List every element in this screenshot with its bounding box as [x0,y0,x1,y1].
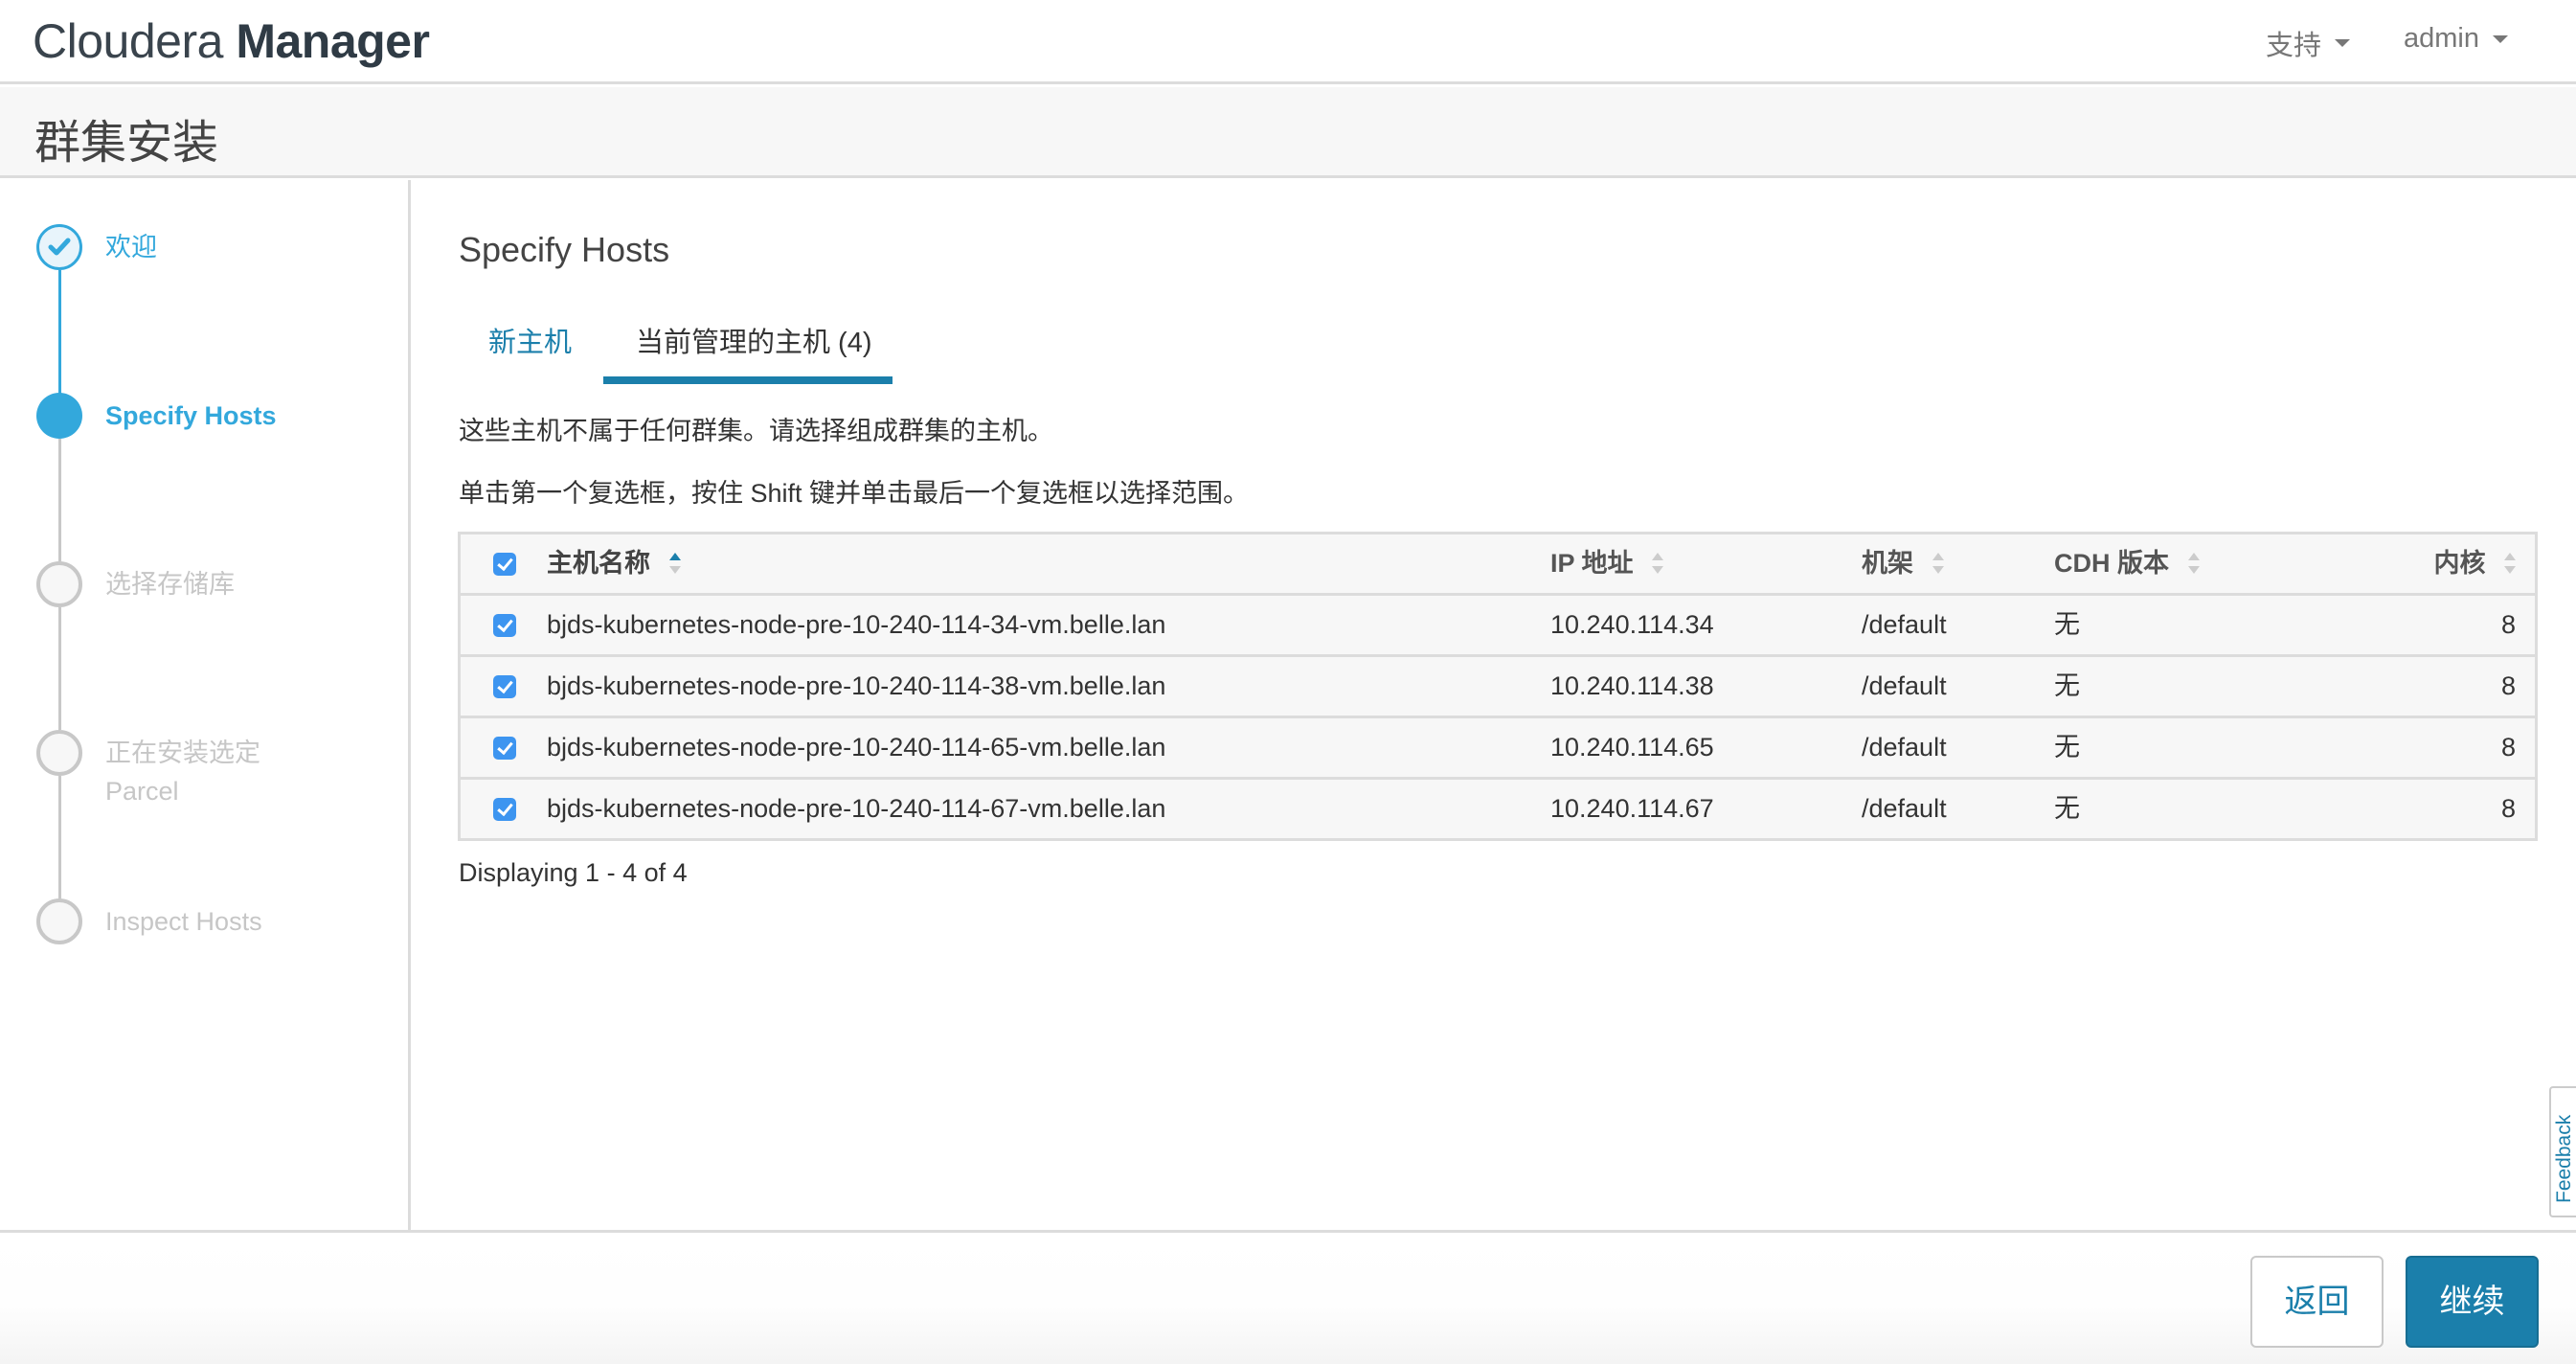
step-connector-line [58,607,61,730]
cores-cell: 8 [2500,671,2516,700]
step-complete-check-icon [36,224,82,270]
wizard-footer: 返回 继续 [0,1230,2576,1364]
row-checkbox[interactable] [493,798,516,821]
table-row[interactable]: bjds-kubernetes-node-pre-10-240-114-67-v… [461,780,2535,838]
cdh-version-cell: 无 [2054,671,2080,700]
column-header-label: 内核 [2433,549,2486,578]
ip-cell: 10.240.114.34 [1550,610,1714,639]
column-header-ip[interactable]: IP 地址 [1550,534,1664,593]
column-header-label: 主机名称 [547,549,650,578]
step-label-line: 正在安装选定 [105,739,260,767]
user-menu[interactable]: admin [2404,23,2508,55]
chevron-down-icon [2493,34,2508,43]
step-label-line: Parcel [105,777,179,806]
rack-cell: /default [1862,794,1947,823]
table-row[interactable]: bjds-kubernetes-node-pre-10-240-114-65-v… [461,718,2535,780]
ip-cell: 10.240.114.65 [1550,733,1714,762]
hostname-cell: bjds-kubernetes-node-pre-10-240-114-65-v… [547,733,1166,762]
row-checkbox[interactable] [493,614,516,637]
pagination-summary: Displaying 1 - 4 of 4 [459,858,688,887]
tab-currently-managed-hosts[interactable]: 当前管理的主机 (4) [636,322,872,364]
sort-icon[interactable] [1932,552,1944,574]
wizard-step-specify-hosts[interactable]: Specify Hosts [105,397,277,435]
top-navbar: Cloudera Manager 支持 admin [0,0,2576,84]
table-row[interactable]: bjds-kubernetes-node-pre-10-240-114-38-v… [461,657,2535,718]
wizard-step-inspect-hosts: Inspect Hosts [105,907,262,936]
hostname-cell: bjds-kubernetes-node-pre-10-240-114-67-v… [547,794,1166,823]
step-current-icon [36,393,82,439]
ip-cell: 10.240.114.38 [1550,671,1714,700]
step-connector-line [58,776,61,898]
sort-icon[interactable] [2187,552,2200,574]
hostname-cell: bjds-kubernetes-node-pre-10-240-114-38-v… [547,671,1166,700]
wizard-step-select-repository: 选择存储库 [105,570,235,599]
page-heading: 群集安装 [34,118,219,169]
table-header-row: 主机名称 IP 地址 机架 CDH 版本 内核 [461,534,2535,596]
user-menu-label: admin [2404,23,2479,54]
column-header-label: CDH 版本 [2054,549,2169,578]
wizard-step-install-parcels: 正在安装选定 Parcel [105,734,260,810]
page-header: 群集安装 [0,87,2576,178]
feedback-tab[interactable]: Feedback [2549,1086,2576,1217]
wizard-step-welcome[interactable]: 欢迎 [105,228,157,266]
cdh-version-cell: 无 [2054,610,2080,639]
hosts-table: 主机名称 IP 地址 机架 CDH 版本 内核 bjds-kubernetes-… [458,532,2538,841]
description-text: 这些主机不属于任何群集。请选择组成群集的主机。 [459,417,1053,445]
step-pending-icon [36,898,82,944]
rack-cell: /default [1862,733,1947,762]
rack-cell: /default [1862,671,1947,700]
cdh-version-cell: 无 [2054,794,2080,823]
column-header-hostname[interactable]: 主机名称 [547,534,681,593]
support-menu[interactable]: 支持 [2266,23,2351,63]
back-button[interactable]: 返回 [2250,1256,2384,1348]
wizard-steps-sidebar: 欢迎 Specify Hosts 选择存储库 正在安装选定 Parcel Ins… [0,180,411,1230]
cores-cell: 8 [2500,610,2516,639]
cores-cell: 8 [2500,794,2516,823]
feedback-label: Feedback [2553,1114,2575,1203]
sort-icon[interactable] [1652,552,1664,574]
cdh-version-cell: 无 [2054,733,2080,762]
row-checkbox[interactable] [493,675,516,698]
table-row[interactable]: bjds-kubernetes-node-pre-10-240-114-34-v… [461,596,2535,657]
step-pending-icon [36,561,82,607]
row-checkbox[interactable] [493,737,516,760]
active-tab-indicator [603,376,893,384]
column-header-cores[interactable]: 内核 [2433,534,2516,593]
column-header-rack[interactable]: 机架 [1862,534,1944,593]
ip-cell: 10.240.114.67 [1550,794,1714,823]
rack-cell: /default [1862,610,1947,639]
section-title: Specify Hosts [459,230,670,269]
cores-cell: 8 [2500,733,2516,762]
selection-hint-text: 单击第一个复选框，按住 Shift 键并单击最后一个复选框以选择范围。 [459,479,1250,508]
support-menu-label: 支持 [2266,31,2322,61]
brand-name-bold: Manager [236,14,430,68]
step-connector-line [58,439,61,561]
column-header-label: 机架 [1862,549,1913,578]
tab-new-hosts[interactable]: 新主机 [488,322,572,364]
step-pending-icon [36,730,82,776]
continue-button[interactable]: 继续 [2406,1256,2539,1348]
chevron-down-icon [2335,39,2351,47]
column-header-label: IP 地址 [1550,549,1634,578]
select-all-checkbox[interactable] [493,553,516,576]
column-header-cdh-version[interactable]: CDH 版本 [2054,534,2200,593]
sort-icon[interactable] [2504,552,2516,574]
brand-name-light: Cloudera [33,14,223,68]
sort-ascending-icon[interactable] [668,552,681,574]
hostname-cell: bjds-kubernetes-node-pre-10-240-114-34-v… [547,610,1166,639]
brand-logo[interactable]: Cloudera Manager [33,13,430,69]
